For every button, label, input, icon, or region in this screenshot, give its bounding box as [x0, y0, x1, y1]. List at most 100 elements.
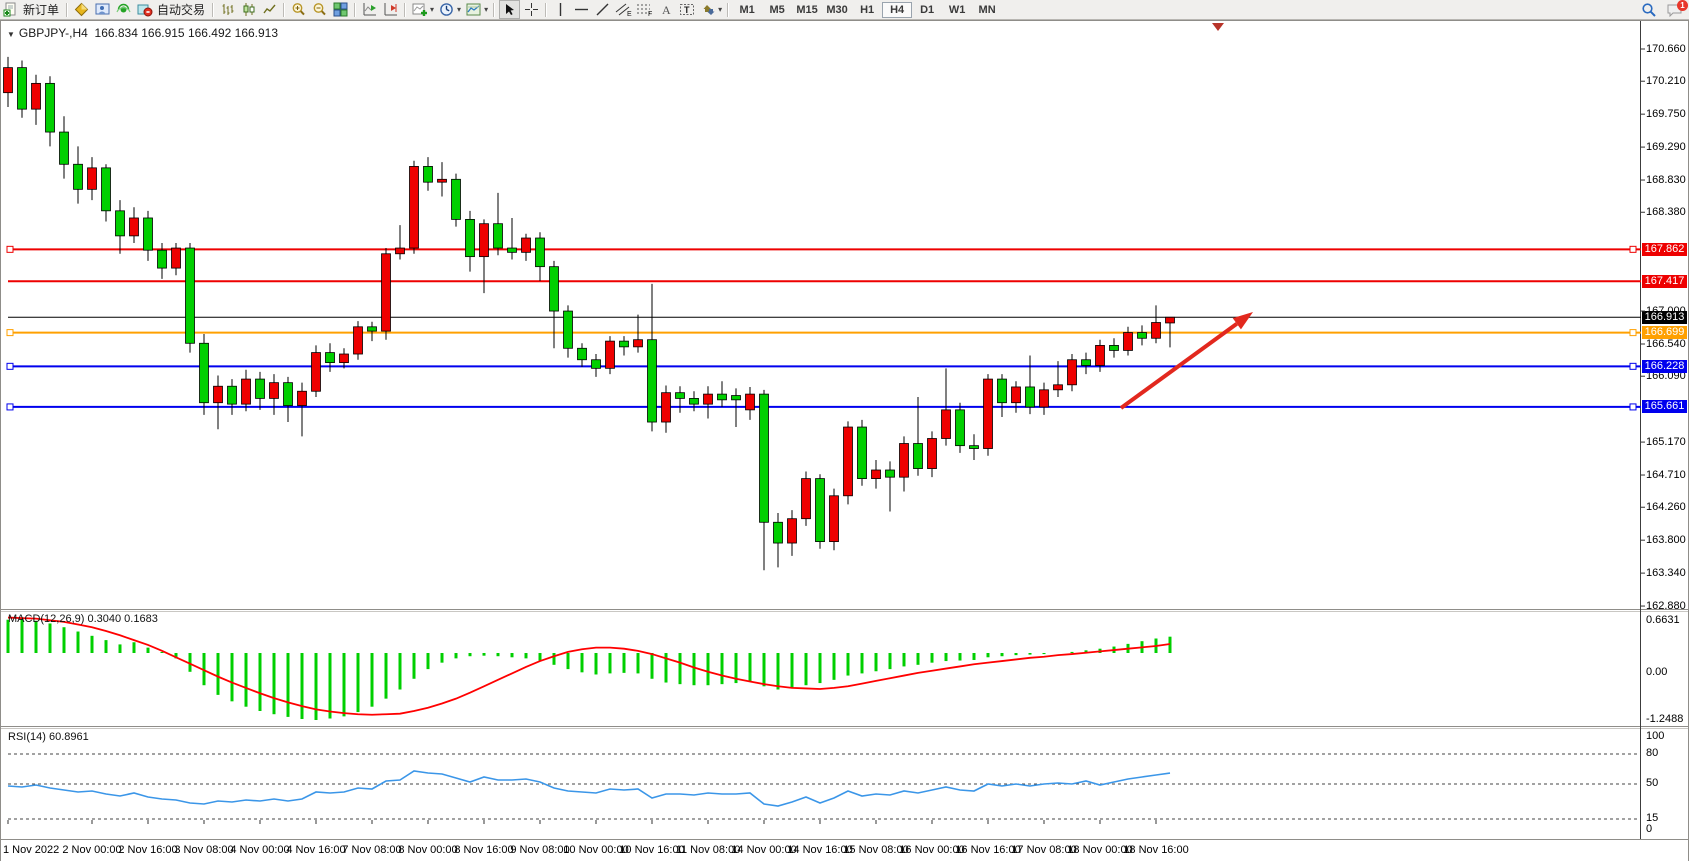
symbol-dropdown-icon[interactable]: ▼ [7, 30, 15, 39]
rsi-axis-100: 100 [1646, 730, 1664, 742]
candle-body [536, 238, 545, 267]
line-anchor-handle[interactable] [7, 246, 13, 252]
trend-arrow-line[interactable] [1121, 324, 1237, 408]
templates-dropdown-caret[interactable]: ▾ [484, 5, 488, 14]
price-level-badge: 166.228 [1642, 360, 1687, 373]
candle-body [648, 340, 657, 422]
macd-rsi-splitter[interactable] [1, 726, 1688, 727]
tile-windows-icon[interactable] [331, 1, 350, 18]
candle-body [312, 353, 321, 392]
line-anchor-handle[interactable] [1630, 404, 1636, 410]
line-anchor-handle[interactable] [7, 363, 13, 369]
indicators-dropdown-caret[interactable]: ▾ [430, 5, 434, 14]
vertical-line-icon[interactable] [551, 1, 570, 18]
bar-chart-icon[interactable] [218, 1, 237, 18]
arrows-dropdown-caret[interactable]: ▾ [718, 5, 722, 14]
candle-body [88, 168, 97, 189]
zoom-in-icon[interactable] [289, 1, 308, 18]
chart-canvas[interactable] [1, 21, 1688, 861]
crosshair-icon[interactable] [522, 1, 541, 18]
text-label-icon[interactable]: T [677, 1, 696, 18]
price-tick-label: 168.830 [1646, 174, 1686, 186]
periods-icon[interactable] [437, 1, 456, 18]
cursor-icon[interactable] [499, 0, 520, 19]
candle-body [382, 254, 391, 331]
time-axis-label: 8 Nov 16:00 [454, 844, 513, 856]
timeframe-h4[interactable]: H4 [882, 2, 912, 18]
timeframe-h1[interactable]: H1 [852, 2, 882, 18]
candlestick-chart-icon[interactable] [239, 1, 258, 18]
line-anchor-handle[interactable] [7, 330, 13, 336]
candle-body [704, 394, 713, 404]
timeframe-m1[interactable]: M1 [732, 2, 762, 18]
candle-body [690, 398, 699, 404]
candle-body [914, 444, 923, 469]
chart-shift-marker[interactable] [1212, 23, 1224, 31]
zoom-out-icon[interactable] [310, 1, 329, 18]
price-tick-label: 168.380 [1646, 206, 1686, 218]
price-level-badge: 165.661 [1642, 400, 1687, 413]
new-order-icon[interactable] [1, 1, 20, 18]
timeframe-m15[interactable]: M15 [792, 2, 822, 18]
rsi-indicator-label: RSI(14) 60.8961 [8, 731, 89, 743]
trendline-icon[interactable] [593, 1, 612, 18]
candle-body [942, 410, 951, 439]
trend-arrow-head[interactable] [1233, 312, 1253, 329]
candle-body [1012, 387, 1021, 403]
equidistant-channel-icon[interactable]: E [614, 1, 633, 18]
data-window-icon[interactable] [93, 1, 112, 18]
arrows-icon[interactable] [698, 1, 717, 18]
candle-body [634, 340, 643, 347]
timeframe-mn[interactable]: MN [972, 2, 1002, 18]
symbol-period-label: GBPJPY-,H4 [19, 26, 88, 40]
main-macd-splitter[interactable] [1, 609, 1688, 610]
line-chart-icon[interactable] [260, 1, 279, 18]
svg-text:A: A [662, 3, 671, 17]
text-icon[interactable]: A [656, 1, 675, 18]
candle-body [1068, 360, 1077, 385]
autotrading-icon[interactable] [135, 1, 154, 18]
candle-body [732, 396, 741, 400]
autotrading-label[interactable]: 自动交易 [157, 1, 205, 18]
horizontal-line-icon[interactable] [572, 1, 591, 18]
line-anchor-handle[interactable] [1630, 246, 1636, 252]
candle-body [424, 166, 433, 182]
candle-body [760, 394, 769, 522]
templates-icon[interactable] [464, 1, 483, 18]
market-watch-icon[interactable] [72, 1, 91, 18]
price-tick-label: 164.710 [1646, 469, 1686, 481]
auto-scroll-icon[interactable] [360, 1, 379, 18]
candle-body [438, 179, 447, 182]
price-tick-label: 165.170 [1646, 436, 1686, 448]
indicators-icon[interactable] [410, 1, 429, 18]
time-axis-label: 3 Nov 08:00 [174, 844, 233, 856]
chart-shift-icon[interactable] [381, 1, 400, 18]
time-axis-label: 18 Nov 16:00 [1123, 844, 1188, 856]
line-anchor-handle[interactable] [1630, 363, 1636, 369]
timeframe-w1[interactable]: W1 [942, 2, 972, 18]
candle-body [550, 267, 559, 311]
candle-body [1152, 323, 1161, 339]
macd-rsi-splitter-shadow [1, 728, 1688, 729]
line-anchor-handle[interactable] [7, 404, 13, 410]
rsi-axis-0: 0 [1646, 823, 1652, 835]
price-tick-label: 166.540 [1646, 338, 1686, 350]
candle-body [410, 166, 419, 248]
price-tick-label: 169.750 [1646, 108, 1686, 120]
notifications-icon[interactable]: 1 [1665, 1, 1684, 18]
candle-body [186, 248, 195, 343]
candle-body [886, 470, 895, 477]
fibonacci-icon[interactable]: F [635, 1, 654, 18]
candle-body [984, 379, 993, 448]
line-anchor-handle[interactable] [1630, 330, 1636, 336]
timeframe-d1[interactable]: D1 [912, 2, 942, 18]
timeframe-m30[interactable]: M30 [822, 2, 852, 18]
mt4-application: 新订单 自动交易 [0, 0, 1689, 861]
timeframe-m5[interactable]: M5 [762, 2, 792, 18]
candle-body [242, 379, 251, 404]
navigator-icon[interactable] [114, 1, 133, 18]
search-icon[interactable] [1639, 1, 1658, 18]
candle-body [256, 379, 265, 398]
new-order-label[interactable]: 新订单 [23, 1, 59, 18]
periods-dropdown-caret[interactable]: ▾ [457, 5, 461, 14]
